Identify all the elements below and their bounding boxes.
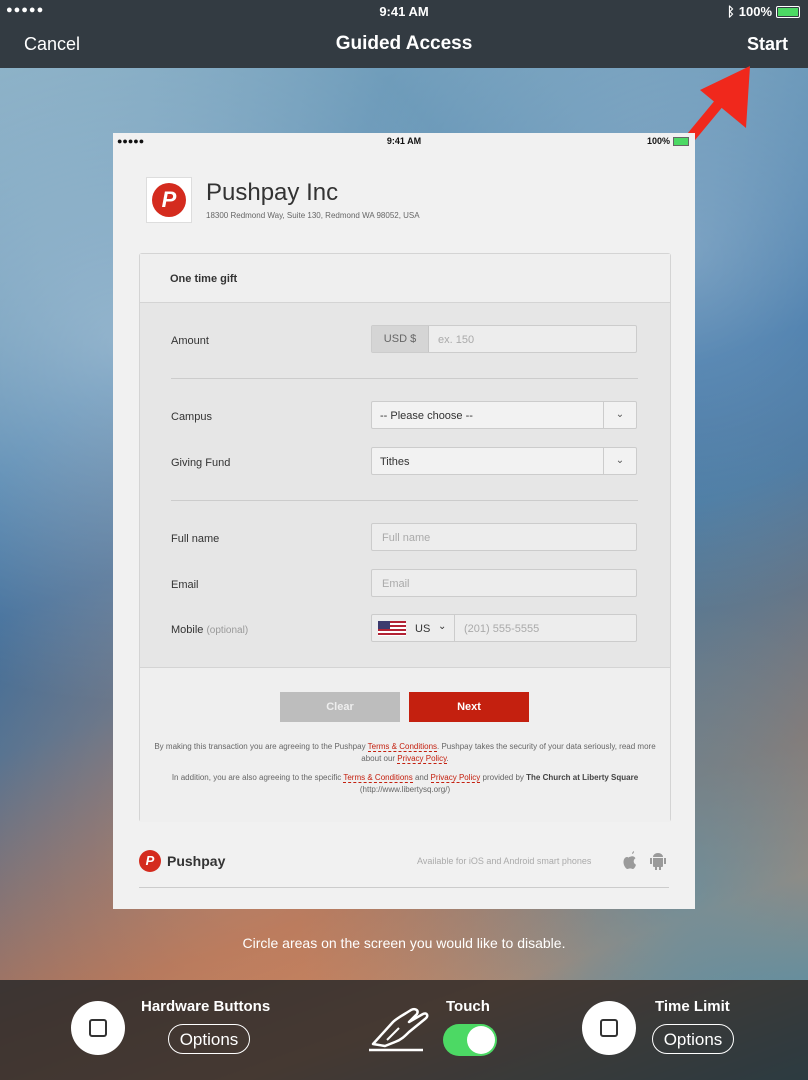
amount-label: Amount — [171, 335, 209, 347]
apple-icon[interactable] — [621, 851, 637, 871]
terms-link[interactable]: Terms & Conditions — [367, 742, 438, 752]
fund-value: Tithes — [380, 456, 410, 468]
amount-placeholder: ex. 150 — [438, 334, 475, 346]
amount-input[interactable]: USD $ ex. 150 — [371, 325, 637, 353]
top-bar: ●●●●● 9:41 AM ᛒ 100% Cancel Guided Acces… — [0, 0, 808, 68]
status-time: 9:41 AM — [379, 4, 429, 19]
mobile-input[interactable]: US ⌄ (201) 555-5555 — [371, 614, 637, 642]
fund-label: Giving Fund — [171, 457, 231, 469]
optional-hint: (optional) — [206, 625, 249, 636]
chevron-down-icon: ⌄ — [603, 402, 636, 428]
time-limit-options-button[interactable]: Options — [652, 1024, 734, 1054]
church-privacy-link[interactable]: Privacy Policy — [430, 773, 481, 783]
touch-label: Touch — [446, 998, 490, 1015]
bluetooth-icon: ᛒ — [726, 4, 735, 19]
time-limit-label: Time Limit — [655, 998, 730, 1015]
app-screen[interactable]: ●●●●● 9:41 AM 100% P Pushpay Inc 18300 R… — [113, 133, 695, 909]
merchant-logo: P — [146, 177, 192, 223]
battery-percent: 100% — [738, 4, 772, 19]
full-name-label: Full name — [171, 533, 220, 545]
email-placeholder: Email — [382, 578, 410, 590]
full-name-input[interactable]: Full name — [371, 523, 637, 551]
android-icon[interactable] — [649, 851, 667, 871]
mobile-label: Mobile (optional) — [171, 624, 249, 636]
pushpay-logo-icon: P — [139, 850, 161, 872]
legal-text-2: In addition, you are also agreeing to th… — [171, 773, 639, 794]
pushpay-footer-logo: P Pushpay — [139, 850, 225, 872]
us-flag-icon — [378, 621, 406, 636]
campus-label: Campus — [171, 411, 212, 423]
battery-indicator: ᛒ 100% — [727, 4, 800, 19]
mobile-placeholder: (201) 555-5555 — [464, 623, 540, 635]
hardware-buttons-toggle[interactable] — [71, 1001, 125, 1055]
start-button[interactable]: Start — [747, 34, 788, 55]
email-label: Email — [171, 579, 199, 591]
status-bar: ●●●●● 9:41 AM ᛒ 100% — [0, 0, 808, 22]
inner-time: 9:41 AM — [386, 136, 422, 146]
page-title: Guided Access — [335, 33, 473, 54]
instruction-text: Circle areas on the screen you would lik… — [242, 935, 566, 951]
merchant-address: 18300 Redmond Way, Suite 130, Redmond WA… — [206, 211, 420, 220]
checkbox-icon — [600, 1019, 618, 1037]
country-select[interactable]: US ⌄ — [372, 615, 455, 641]
inner-battery-percent: 100% — [646, 136, 670, 146]
fund-select[interactable]: Tithes ⌄ — [371, 447, 637, 475]
inner-status-bar: ●●●●● 9:41 AM 100% — [113, 133, 695, 149]
touch-hand-icon — [369, 1007, 429, 1052]
pushpay-logo-icon: P — [152, 183, 186, 217]
email-input[interactable]: Email — [371, 569, 637, 597]
campus-value: -- Please choose -- — [380, 410, 473, 422]
full-name-placeholder: Full name — [382, 532, 431, 544]
currency-addon: USD $ — [372, 326, 429, 352]
pushpay-brand: Pushpay — [167, 853, 226, 869]
hardware-buttons-label: Hardware Buttons — [141, 998, 271, 1015]
church-terms-link[interactable]: Terms & Conditions — [343, 773, 413, 783]
gift-form: One time gift Amount USD $ ex. 150 Campu… — [139, 253, 671, 822]
time-limit-toggle[interactable] — [582, 1001, 636, 1055]
divider — [171, 378, 638, 379]
chevron-down-icon: ⌄ — [438, 621, 447, 632]
divider — [171, 500, 638, 501]
merchant-name: Pushpay Inc — [206, 179, 339, 206]
clear-button[interactable]: Clear — [280, 692, 400, 722]
country-code: US — [415, 623, 431, 635]
inner-battery-icon — [673, 136, 689, 146]
availability-text: Available for iOS and Android smart phon… — [417, 856, 592, 866]
battery-icon — [776, 5, 800, 18]
touch-toggle[interactable] — [443, 1024, 497, 1056]
form-footer: Clear Next By making this transaction yo… — [140, 667, 670, 822]
checkbox-icon — [89, 1019, 107, 1037]
hardware-options-button[interactable]: Options — [168, 1024, 250, 1054]
form-title: One time gift — [170, 273, 238, 285]
toggle-knob — [467, 1026, 495, 1054]
next-button[interactable]: Next — [409, 692, 529, 722]
privacy-link[interactable]: Privacy Policy — [397, 754, 447, 764]
legal-text-1: By making this transaction you are agree… — [154, 742, 656, 764]
guided-access-toolbar: Hardware Buttons Options Touch Time Limi… — [0, 980, 808, 1080]
chevron-down-icon: ⌄ — [603, 448, 636, 474]
footer-divider — [139, 887, 669, 888]
form-header: One time gift — [140, 254, 670, 303]
campus-select[interactable]: -- Please choose -- ⌄ — [371, 401, 637, 429]
inner-battery: 100% — [647, 136, 689, 146]
